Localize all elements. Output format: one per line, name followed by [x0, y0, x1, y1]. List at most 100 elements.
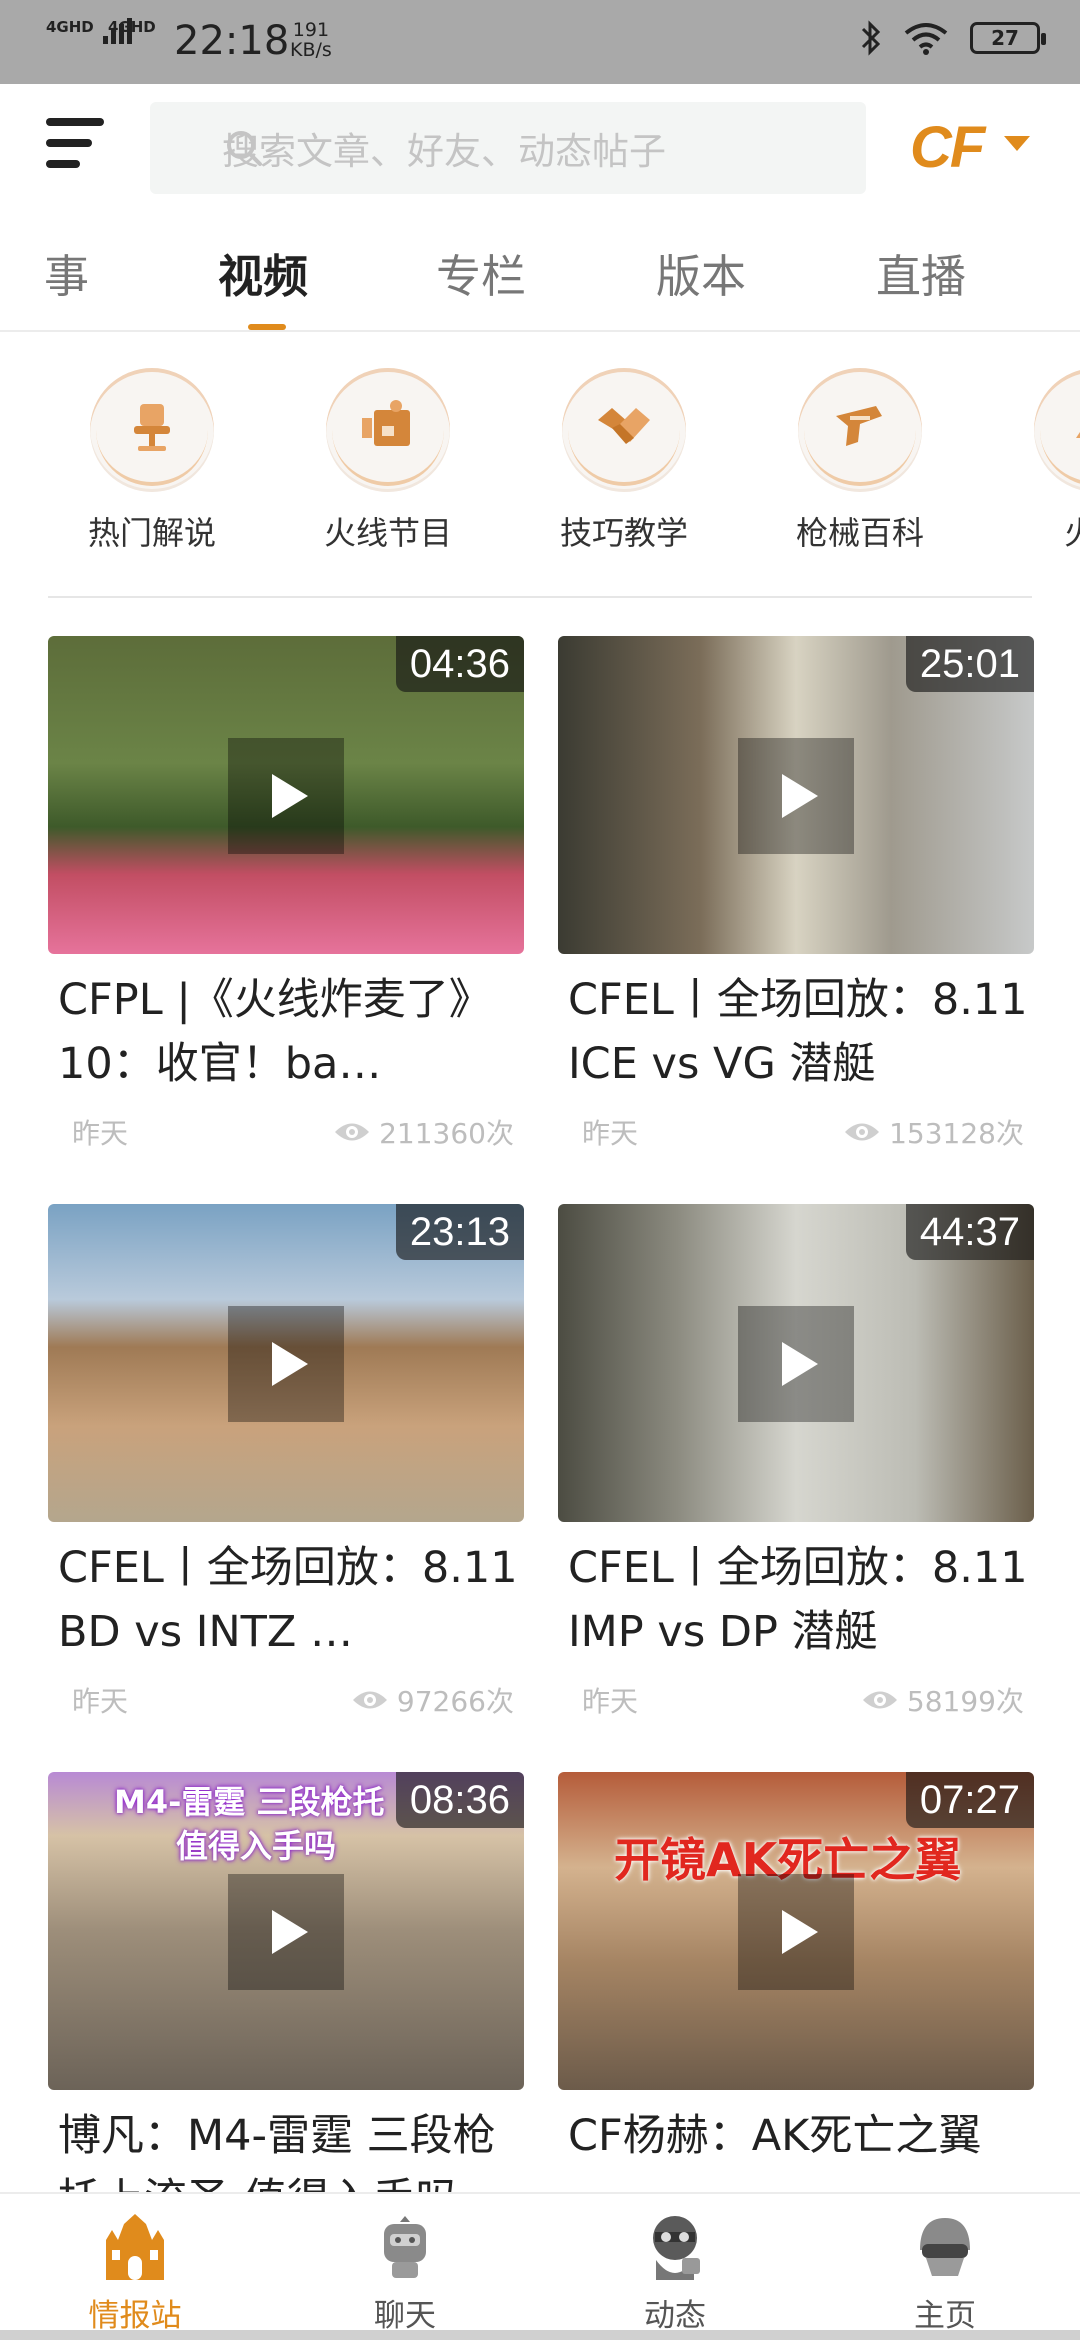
battery-icon: 27: [970, 22, 1046, 54]
thumbnail-caption-line: M4-雷霆 三段枪托: [114, 1783, 385, 1821]
video-views: 97266次: [351, 1680, 514, 1720]
status-time: 22:18: [174, 18, 290, 64]
speed-value: 191: [292, 19, 330, 41]
search-bar[interactable]: 搜索文章、好友、动态帖子: [150, 102, 866, 194]
video-date: 昨天: [582, 1685, 639, 1718]
nav-label: 情报站: [88, 2298, 182, 2334]
search-placeholder: 搜索文章、好友、动态帖子: [222, 130, 666, 173]
video-thumbnail[interactable]: M4-雷霆 三段枪托 值得入手吗 08:36: [48, 1772, 524, 2090]
network-type-2: 4GHD: [108, 18, 156, 36]
video-date: 昨天: [72, 1117, 129, 1150]
thumbnail-caption-line: 值得入手吗: [176, 1827, 337, 1865]
view-count: 58199次: [906, 1685, 1024, 1718]
tab-columns[interactable]: 专栏: [436, 240, 526, 305]
network-type-1: 4GHD: [46, 18, 94, 36]
video-card[interactable]: 23:13 CFEL丨全场回放：8.11 BD vs INTZ … 昨天 972…: [48, 1204, 524, 1744]
game-logo[interactable]: CF: [910, 114, 985, 181]
video-title[interactable]: CFEL丨全场回放：8.11 BD vs INTZ …: [58, 1536, 518, 1664]
gun-icon: [836, 406, 882, 446]
video-camera-icon: [362, 400, 410, 446]
play-icon[interactable]: [228, 738, 344, 854]
video-views: 153128次: [843, 1112, 1024, 1152]
robot-chat-icon: [384, 2216, 426, 2278]
tab-videos[interactable]: 视频: [218, 240, 308, 305]
network-speed: 191 KB/s: [290, 20, 332, 60]
tab-live[interactable]: 直播: [876, 240, 966, 305]
video-duration: 44:37: [905, 1204, 1034, 1260]
eye-icon: [862, 1691, 897, 1709]
category-label: 热门解说: [87, 514, 216, 552]
video-thumbnail[interactable]: 25:01: [558, 636, 1034, 954]
video-views: 58199次: [861, 1680, 1024, 1720]
status-icons: 27: [860, 20, 1046, 56]
divider: [48, 596, 1032, 598]
video-date: 昨天: [72, 1685, 129, 1718]
video-thumbnail[interactable]: 04:36: [48, 636, 524, 954]
play-icon[interactable]: [738, 1306, 854, 1422]
active-tab-indicator: [248, 324, 286, 330]
video-duration: 25:01: [905, 636, 1034, 692]
video-duration: 08:36: [395, 1772, 524, 1828]
video-thumbnail[interactable]: 23:13: [48, 1204, 524, 1522]
video-duration: 04:36: [395, 636, 524, 692]
video-title[interactable]: CFEL丨全场回放：8.11 IMP vs DP 潜艇: [568, 1536, 1028, 1664]
speed-unit: KB/s: [290, 39, 332, 61]
view-count: 211360次: [379, 1117, 514, 1150]
nav-item-home[interactable]: 主页: [810, 2194, 1080, 2340]
view-count: 153128次: [889, 1117, 1024, 1150]
video-card[interactable]: 44:37 CFEL丨全场回放：8.11 IMP vs DP 潜艇 昨天 581…: [558, 1204, 1034, 1744]
category-label: 技巧教学: [559, 514, 688, 552]
tab-news[interactable]: 事: [44, 240, 89, 305]
video-thumbnail[interactable]: 开镜AK死亡之翼 07:27: [558, 1772, 1034, 2090]
video-duration: 07:27: [905, 1772, 1034, 1828]
bottom-navigation: 情报站 聊天 动态 主页: [0, 2192, 1080, 2340]
wifi-icon: [904, 23, 948, 55]
play-icon[interactable]: [228, 1874, 344, 1990]
category-skill-tutorials[interactable]: 技巧教学: [524, 352, 724, 562]
category-label: 火线节目: [323, 514, 452, 552]
chevron-down-icon[interactable]: [1004, 136, 1030, 151]
video-duration: 23:13: [395, 1204, 524, 1260]
commentator-chair-icon: [134, 404, 170, 451]
content-tabs: 事 视频 专栏 版本 直播: [0, 212, 1080, 332]
eye-icon: [845, 1123, 880, 1141]
category-label: 枪械百科: [795, 514, 924, 552]
video-title[interactable]: CFEL丨全场回放：8.11 ICE vs VG 潜艇: [568, 968, 1028, 1096]
nav-item-chat[interactable]: 聊天: [270, 2194, 540, 2340]
search-icon: [227, 131, 262, 166]
category-hot-commentary[interactable]: 热门解说: [52, 352, 252, 562]
status-bar: 4GHD 4GHD 22:18 191 KB/s 27: [0, 0, 1080, 84]
category-row: 热门解说 火线节目 技巧教学 枪械百科 火线: [0, 352, 1080, 572]
thumbnail-caption: M4-雷霆 三段枪托 值得入手吗: [114, 1780, 385, 1868]
video-title[interactable]: CF杨赫：AK死亡之翼: [568, 2104, 1028, 2168]
bluetooth-icon: [861, 20, 881, 56]
eye-icon: [352, 1691, 387, 1709]
helmet-icon: [920, 2218, 970, 2276]
play-icon[interactable]: [738, 738, 854, 854]
nav-item-feed[interactable]: 动态: [540, 2194, 810, 2340]
category-cf-shows[interactable]: 火线节目: [288, 352, 488, 562]
view-count: 97266次: [396, 1685, 514, 1718]
category-cf-partial[interactable]: 火线: [996, 352, 1080, 562]
video-date: 昨天: [582, 1117, 639, 1150]
video-card[interactable]: 25:01 CFEL丨全场回放：8.11 ICE vs VG 潜艇 昨天 153…: [558, 636, 1034, 1176]
nav-label: 聊天: [374, 2298, 436, 2334]
soldier-avatar-icon: [653, 2216, 700, 2280]
play-icon[interactable]: [738, 1874, 854, 1990]
eye-icon: [335, 1123, 370, 1141]
category-label: 火线: [1063, 514, 1080, 552]
menu-icon[interactable]: [46, 118, 104, 174]
play-icon[interactable]: [228, 1306, 344, 1422]
system-nav-strip: [0, 2330, 1080, 2340]
video-title[interactable]: CFPL |《火线炸麦了》10：收官！ba…: [58, 968, 518, 1096]
video-thumbnail[interactable]: 44:37: [558, 1204, 1034, 1522]
castle-icon: [106, 2214, 164, 2280]
nav-item-intel-station[interactable]: 情报站: [0, 2194, 270, 2340]
handshake-icon: [598, 408, 650, 444]
app-root: 4GHD 4GHD 22:18 191 KB/s 27 搜索文章、好友、动态帖子…: [0, 0, 1080, 2340]
nav-label: 动态: [644, 2298, 706, 2334]
fire-icon: [1076, 432, 1080, 438]
tab-versions[interactable]: 版本: [656, 240, 746, 305]
category-weapon-encyclopedia[interactable]: 枪械百科: [760, 352, 960, 562]
video-card[interactable]: 04:36 CFPL |《火线炸麦了》10：收官！ba… 昨天 211360次: [48, 636, 524, 1176]
